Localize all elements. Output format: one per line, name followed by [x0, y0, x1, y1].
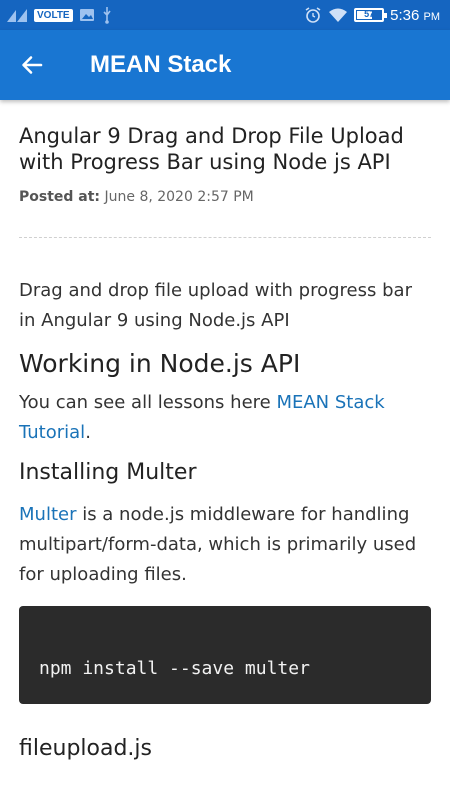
image-icon: [79, 9, 94, 21]
clock-time: 5:36: [390, 6, 420, 24]
usb-icon: [103, 7, 111, 24]
posted-date: June 8, 2020 2:57 PM: [104, 189, 254, 205]
multer-text: is a node.js middleware for handling mul…: [19, 504, 417, 585]
app-bar: MEAN Stack: [0, 30, 450, 100]
posted-label: Posted at:: [19, 189, 101, 205]
code-block[interactable]: npm install --save multer: [19, 606, 431, 704]
back-button[interactable]: [0, 30, 64, 100]
code-text: npm install --save multer: [39, 658, 310, 679]
multer-paragraph: Multer is a node.js middleware for handl…: [19, 500, 431, 590]
battery-percent: 57: [364, 9, 375, 19]
section-heading-nodejs: Working in Node.js API: [19, 349, 301, 378]
divider: [19, 237, 431, 238]
status-right: 57 5:36 PM: [304, 6, 440, 24]
signal-icon: [7, 9, 27, 22]
volte-badge: VOLTE: [34, 8, 73, 22]
post-title: Angular 9 Drag and Drop File Upload with…: [19, 124, 404, 174]
clock: 5:36 PM: [390, 7, 440, 24]
lessons-suffix: .: [85, 422, 91, 443]
article: Angular 9 Drag and Drop File Upload with…: [19, 100, 431, 764]
arrow-left-icon: [22, 56, 43, 74]
status-left: VOLTE: [6, 6, 113, 24]
section-heading-multer: Installing Multer: [19, 460, 197, 485]
battery-icon: 57: [354, 8, 388, 22]
clock-ampm: PM: [423, 10, 441, 23]
multer-link[interactable]: Multer: [19, 504, 76, 525]
section-heading-fileupload: fileupload.js: [19, 736, 152, 761]
lessons-text: You can see all lessons here: [19, 392, 277, 413]
intro-paragraph: Drag and drop file upload with progress …: [19, 280, 412, 331]
post-meta: Posted at: June 8, 2020 2:57 PM: [19, 189, 431, 205]
status-bar: VOLTE 57 5:36 PM: [0, 0, 450, 30]
app-title: MEAN Stack: [90, 51, 232, 78]
lessons-paragraph: You can see all lessons here MEAN Stack …: [19, 388, 431, 448]
alarm-icon: [305, 7, 321, 23]
wifi-icon: [329, 8, 348, 22]
